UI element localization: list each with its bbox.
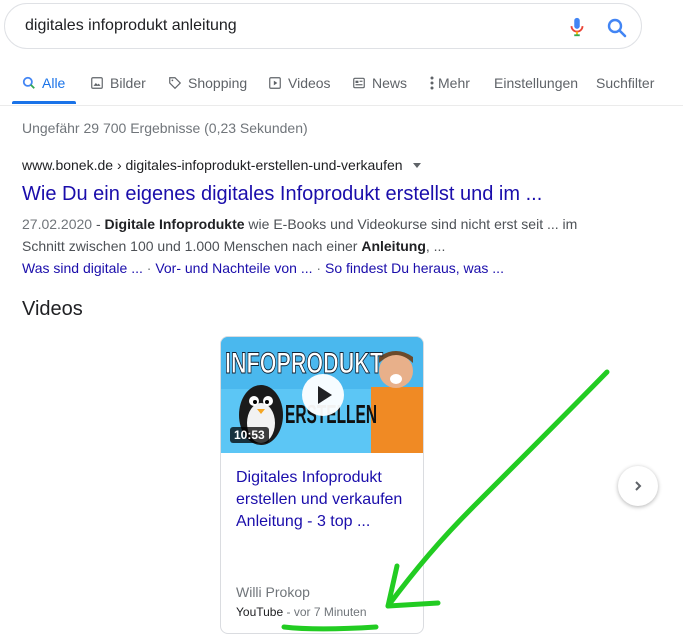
video-channel: Willi Prokop xyxy=(236,584,310,600)
more-vertical-icon xyxy=(430,76,434,90)
video-source: YouTube xyxy=(236,605,284,619)
tab-label: Videos xyxy=(288,75,331,91)
active-tab-indicator xyxy=(12,101,76,104)
tab-label: Suchfilter xyxy=(596,75,655,91)
play-icon xyxy=(269,77,281,89)
snippet-bold: Anleitung xyxy=(361,238,426,254)
result-stats: Ungefähr 29 700 Ergebnisse (0,23 Sekunde… xyxy=(22,120,308,136)
video-age: - vor 7 Minuten xyxy=(283,605,367,619)
tab-shopping[interactable]: Shopping xyxy=(168,75,247,91)
sitelink-separator: · xyxy=(142,260,156,276)
videos-heading: Videos xyxy=(22,298,83,320)
search-box[interactable]: digitales infoprodukt anleitung xyxy=(4,3,642,49)
sitelink-separator: · xyxy=(312,260,325,276)
search-icon xyxy=(22,76,35,89)
snippet-bold: Digitale Infoprodukte xyxy=(104,216,245,232)
sitelink[interactable]: Was sind digitale ... xyxy=(22,260,143,276)
tab-label: Einstellungen xyxy=(494,75,579,91)
sitelink[interactable]: So findest Du heraus, was ... xyxy=(325,260,504,276)
newspaper-icon xyxy=(353,77,365,89)
video-title-link[interactable]: Digitales Infoprodukt erstellen und verk… xyxy=(236,467,412,533)
tag-icon xyxy=(169,77,182,90)
snippet-text: , ... xyxy=(425,238,446,254)
search-input[interactable]: digitales infoprodukt anleitung xyxy=(25,17,237,35)
result-date: 27.02.2020 xyxy=(22,216,93,232)
tab-news[interactable]: News xyxy=(352,75,407,91)
result-title-link[interactable]: Wie Du ein eigenes digitales Infoprodukt… xyxy=(22,183,662,206)
sitelink[interactable]: Vor- und Nachteile von ... xyxy=(155,260,312,276)
search-icon[interactable] xyxy=(605,16,629,40)
video-duration: 10:53 xyxy=(230,427,269,443)
search-result: www.bonek.de › digitales-infoprodukt-ers… xyxy=(22,157,662,279)
tab-label: News xyxy=(372,75,408,91)
tab-label: Mehr xyxy=(438,75,470,91)
microphone-icon[interactable] xyxy=(566,16,588,38)
tab-bilder[interactable]: Bilder xyxy=(90,75,146,91)
result-url: www.bonek.de › digitales-infoprodukt-ers… xyxy=(22,157,662,173)
tab-label: Alle xyxy=(42,75,66,91)
tab-label: Shopping xyxy=(188,75,248,91)
result-snippet: 27.02.2020 - Digitale Infoprodukte wie E… xyxy=(22,213,622,257)
search-tabs: Alle Bilder Shopping Videos News Mehr Ei… xyxy=(0,66,683,106)
tab-mehr[interactable]: Mehr xyxy=(430,75,470,91)
video-card[interactable]: INFOPRODUKT ERSTELLEN ERSTELLEN 10:53 Di… xyxy=(220,336,424,634)
thumbnail-headline: INFOPRODUKT xyxy=(225,347,383,380)
image-icon xyxy=(91,77,103,89)
tab-label: Bilder xyxy=(110,75,146,91)
tab-alle[interactable]: Alle xyxy=(22,75,65,91)
tab-suchfilter[interactable]: Suchfilter xyxy=(596,75,654,91)
video-meta: YouTube - vor 7 Minuten xyxy=(236,605,367,619)
play-button[interactable] xyxy=(302,374,344,416)
result-cite: www.bonek.de › digitales-infoprodukt-ers… xyxy=(22,157,403,173)
dropdown-arrow-icon[interactable] xyxy=(412,162,421,168)
carousel-next-button[interactable] xyxy=(618,466,658,506)
chevron-right-icon xyxy=(635,481,642,491)
tab-videos[interactable]: Videos xyxy=(268,75,331,91)
snippet-text: - xyxy=(92,216,105,232)
tab-einstellungen[interactable]: Einstellungen xyxy=(494,75,578,91)
video-thumbnail[interactable]: INFOPRODUKT ERSTELLEN ERSTELLEN 10:53 xyxy=(221,337,423,453)
sitelinks: Was sind digitale ... · Vor- und Nachtei… xyxy=(22,257,662,279)
